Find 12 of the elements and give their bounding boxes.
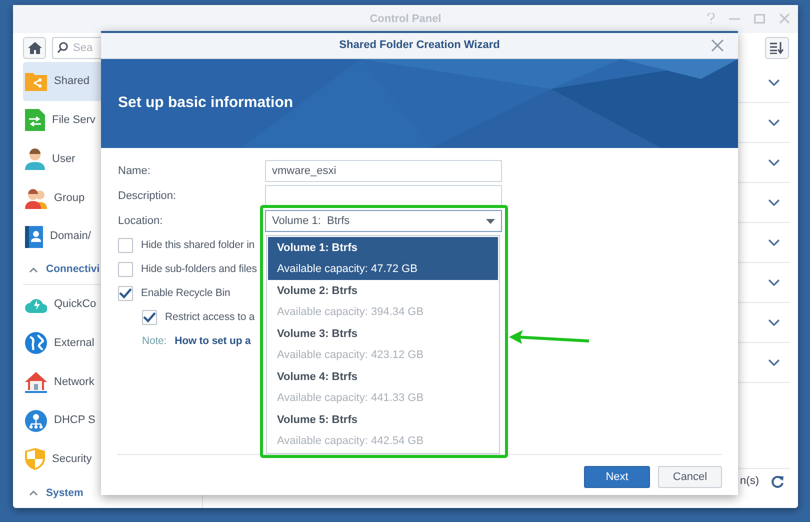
field-label: Description:	[118, 188, 178, 204]
checkbox-label: Enable Recycle Bin	[141, 286, 230, 301]
checkbox-label: Hide this shared folder in	[141, 238, 255, 253]
note-label: Note:	[142, 334, 167, 349]
field-label: Name:	[118, 164, 152, 179]
window-title: Control Panel	[370, 12, 442, 27]
status-text: n(s)	[740, 474, 759, 490]
page-heading: Set up basic information	[118, 93, 294, 114]
dialog-title: Shared Folder Creation Wizard	[339, 38, 500, 54]
field-label: Location:	[118, 214, 164, 229]
checkbox-label: Hide sub-folders and files	[141, 262, 257, 277]
checkbox-label: Restrict access to a	[165, 310, 255, 325]
